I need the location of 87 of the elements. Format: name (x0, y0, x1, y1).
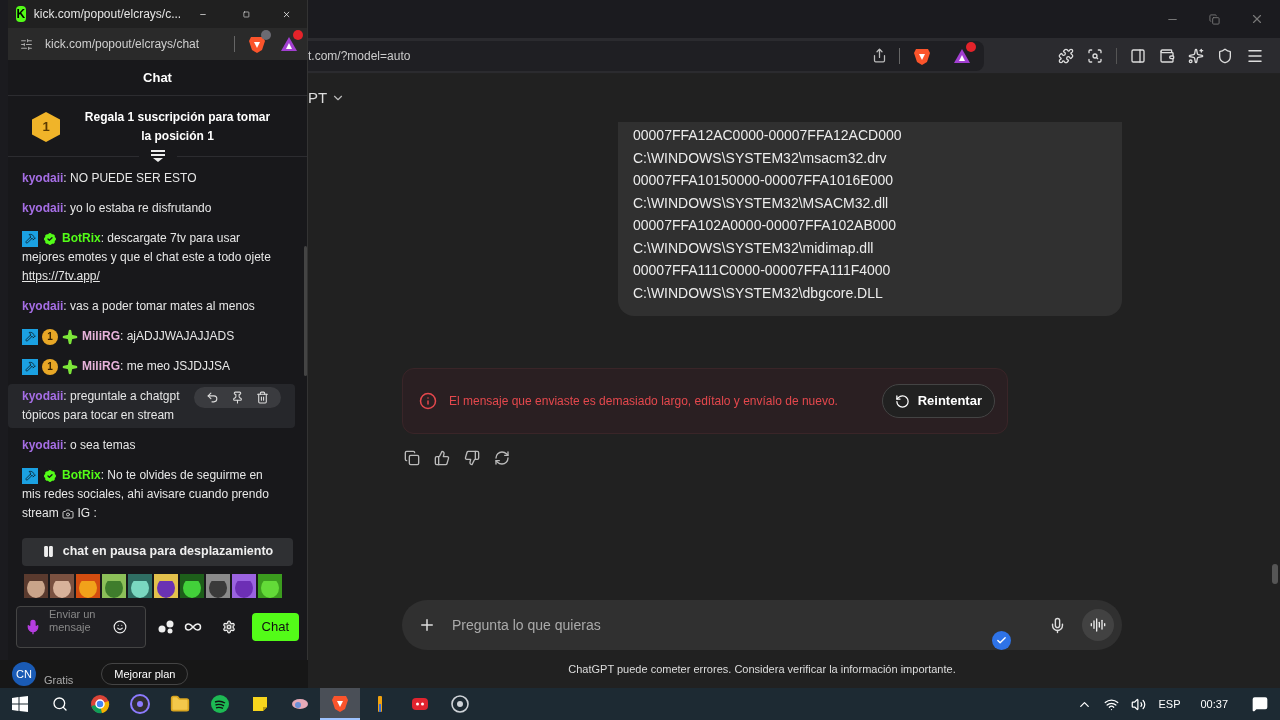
share-icon[interactable] (872, 48, 887, 63)
app-logo: K (16, 6, 26, 22)
verified-badge-icon (42, 467, 58, 484)
extensions-icon[interactable] (1058, 47, 1074, 64)
message-line: C:\WINDOWS\SYSTEM32\msacm32.drv (633, 148, 888, 168)
restore-icon[interactable] (1209, 13, 1220, 25)
retry-icon (894, 393, 910, 409)
scrollbar-thumb[interactable] (304, 246, 307, 376)
reply-icon[interactable] (206, 391, 219, 404)
vpn-shield-icon[interactable] (1217, 47, 1233, 64)
sparkles-icon[interactable] (1188, 47, 1204, 64)
brave-app-icon[interactable] (320, 688, 360, 720)
notifications-icon[interactable] (1252, 696, 1268, 712)
network-icon[interactable] (1104, 696, 1120, 712)
site-settings-icon[interactable] (20, 37, 33, 51)
wallet-icon[interactable] (1159, 47, 1175, 64)
hammer-badge-icon (22, 328, 38, 345)
copy-icon[interactable] (404, 450, 420, 466)
chat-message: BotRix: No te olvides de seguirme en mis redes sociales, ahi avisare cuando prendo stream IG : (22, 466, 270, 522)
message-line: 00007FFA12AC0000-00007FFA12ACD000 (633, 126, 903, 145)
disclaimer-text: ChatGPT puede cometer errores. Considera verificar la información importante. (568, 661, 956, 677)
emoji-icon[interactable] (113, 619, 127, 634)
message-textarea[interactable]: Enviar un mensaje (49, 606, 105, 647)
sparkle-badge-icon (62, 358, 78, 375)
rank-badge: 1 (32, 112, 60, 142)
pause-icon (41, 545, 55, 558)
message-line: C:\WINDOWS\SYSTEM32\dbgcore.DLL (633, 283, 884, 303)
chat-message: 1 MiliRG: me meo JSJDJJSA (22, 357, 281, 376)
language-indicator[interactable]: ESP (1158, 695, 1181, 713)
chat-message: kyodaii: preguntale a chatgpt tópicos para tocar en stream (22, 388, 181, 424)
url-text: t.com/?model=auto (308, 47, 412, 65)
settings-icon[interactable] (222, 619, 236, 634)
subscriber-badge: 1 (42, 328, 58, 345)
hammer-badge-icon (22, 467, 38, 484)
chat-message: kyodaii: NO PUEDE SER ESTO (22, 170, 198, 187)
message-line: C:\WINDOWS\SYSTEM32\MSACM32.dll (633, 193, 890, 213)
thumbs-down-icon[interactable] (464, 450, 480, 466)
regenerate-icon[interactable] (494, 450, 510, 466)
voice-mode-button[interactable] (1082, 609, 1114, 641)
check-badge-icon[interactable] (992, 631, 1011, 650)
sidebar-icon[interactable] (1130, 47, 1146, 64)
prompt-text-input[interactable]: Pregunta lo que quieras (452, 614, 1049, 636)
expand-icon[interactable] (150, 150, 165, 162)
add-icon[interactable] (418, 616, 436, 634)
hammer-badge-icon (22, 230, 38, 247)
paused-banner[interactable]: chat en pausa para desplazamiento (22, 537, 293, 566)
hammer-badge-icon (22, 358, 38, 375)
message-line: 00007FFA102A0000-00007FFA102AB000 (633, 216, 898, 235)
waveform-icon (1090, 617, 1106, 633)
sparkle-badge-icon (62, 328, 78, 345)
address-text: kick.com/popout/elcrays/chat (45, 36, 200, 53)
message-input[interactable]: Enviar un mensaje (16, 605, 146, 648)
retry-button[interactable]: Reintentar (881, 384, 995, 418)
maximize-icon[interactable] (243, 8, 250, 20)
info-icon (419, 392, 437, 410)
chat-message: 1 MiliRG: ajADJJWAJAJJADS (22, 327, 281, 346)
message-line: 00007FFA10150000-00007FFA1016E000 (633, 171, 894, 190)
plan-label: Gratis (44, 672, 74, 688)
message-line: 00007FFA111C0000-00007FFA111F4000 (633, 261, 892, 280)
address-bar[interactable]: t.com/?model=auto (308, 40, 984, 71)
verified-badge-icon (42, 230, 58, 247)
chat-message: kyodaii: yo lo estaba re disfrutando (22, 200, 213, 217)
pin-icon[interactable] (231, 391, 244, 404)
subscriber-badge: 1 (42, 358, 58, 375)
chat-message: kyodaii: o sea temas (22, 437, 137, 454)
paused-text: chat en pausa para desplazamiento (62, 543, 274, 561)
dots-icon[interactable] (158, 619, 176, 634)
thumbs-up-icon[interactable] (434, 450, 450, 466)
prompt-input[interactable]: Pregunta lo que quieras (402, 600, 1122, 650)
chat-message: BotRix: descargate 7tv para usar mejores emotes y que el chat este a todo ojete https://7tv.app/ (22, 229, 272, 285)
message-line: C:\WINDOWS\SYSTEM32\midimap.dll (633, 238, 875, 258)
model-selector[interactable]: PT (308, 86, 328, 110)
user-avatar: CN (12, 661, 36, 686)
chat-header: Chat (143, 68, 172, 87)
promo-text: Regala 1 suscripción para tomar la posición 1 (83, 109, 272, 145)
page-search-icon[interactable] (1087, 47, 1103, 64)
chat-link[interactable]: https://7tv.app/ (22, 269, 100, 283)
chat-message: kyodaii: vas a poder tomar mates al menos (22, 298, 256, 315)
error-message: El mensaje que enviaste es demasiado largo, edítalo y envíalo de nuevo. (449, 393, 839, 410)
window-title: kick.com/popout/elcrays/c... (33, 6, 182, 23)
send-chat-button[interactable]: Chat (251, 612, 299, 641)
close-icon[interactable] (1250, 12, 1264, 26)
scrollbar-thumb[interactable] (1272, 564, 1278, 584)
volume-icon[interactable] (1131, 696, 1147, 712)
clock[interactable]: 00:37 (1200, 695, 1228, 713)
delete-icon[interactable] (256, 391, 269, 404)
microphone-icon[interactable] (1049, 616, 1066, 634)
